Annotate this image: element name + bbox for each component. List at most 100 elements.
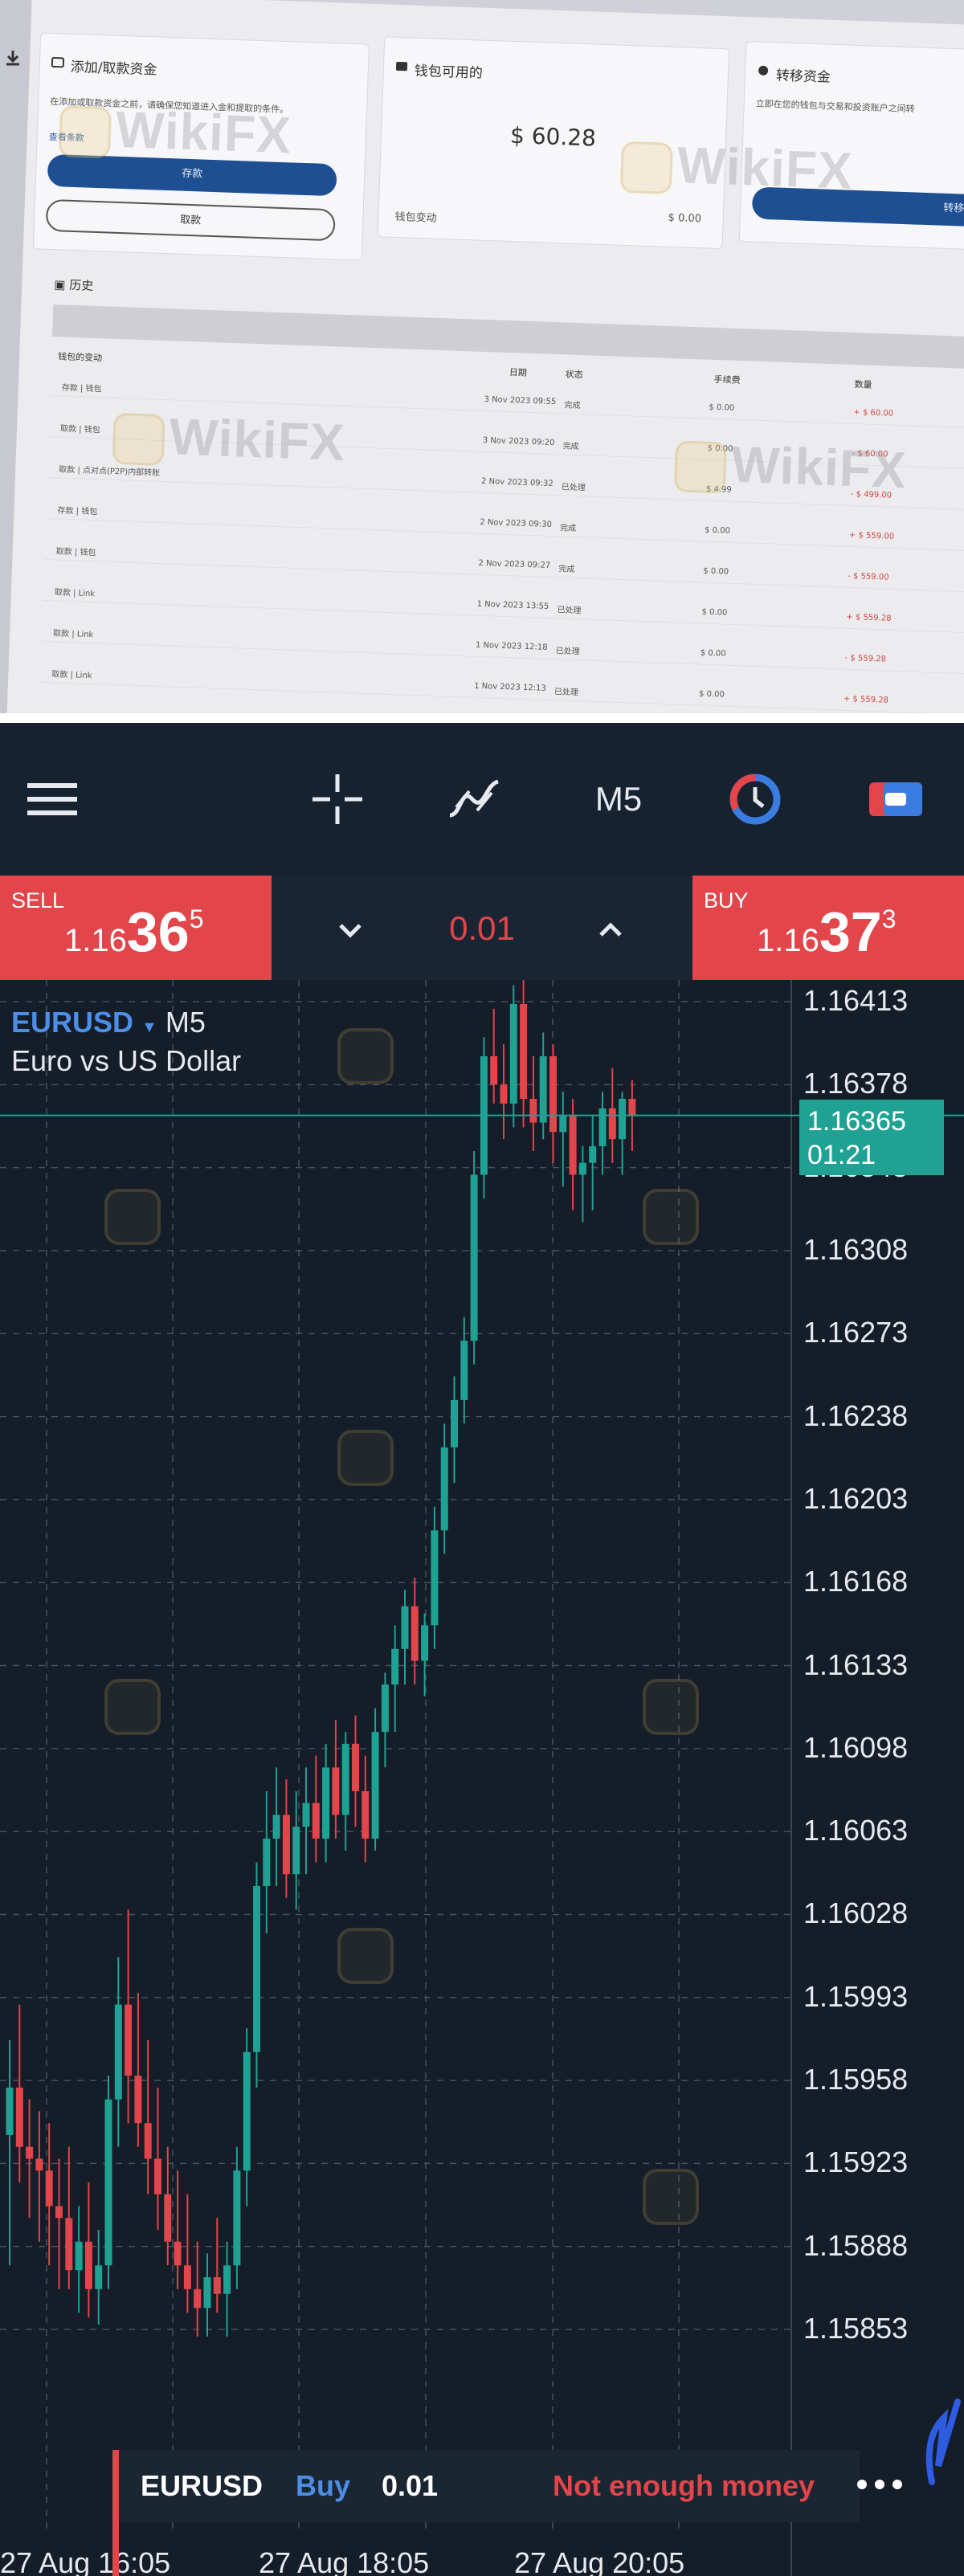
buy-button[interactable]: BUY 1.16373: [692, 876, 964, 980]
watermark-logo: [58, 105, 112, 159]
candle-body: [539, 1055, 547, 1123]
history-cell-date: 3 Nov 2023 09:55: [484, 394, 557, 407]
watermark-text: WikiFX: [114, 100, 293, 165]
withdraw-button[interactable]: 取款: [45, 198, 336, 242]
indicators-icon: [449, 779, 500, 818]
history-cell-type: 取款 | 钱包: [55, 547, 96, 558]
history-cell-fee: $ 0.00: [709, 402, 735, 413]
history-cell-fee: $ 0.00: [700, 648, 726, 659]
price-tick-label: 1.16098: [803, 1730, 909, 1764]
candle-body: [440, 1447, 448, 1531]
wallet-balance-card: 钱包可用的 $ 60.28 钱包变动 $ 0.00: [377, 36, 730, 250]
trade-notification[interactable]: EURUSD Buy 0.01 Not enough money: [112, 2450, 860, 2576]
candle-body: [549, 1055, 557, 1133]
history-cell-status: 已处理: [557, 606, 582, 616]
candle-body: [391, 1648, 399, 1685]
candle-body: [134, 2076, 142, 2124]
download-icon: [6, 51, 19, 66]
timeframe-button[interactable]: M5: [578, 771, 659, 827]
candle-body: [114, 2004, 122, 2100]
transfer-icon: [758, 65, 769, 76]
watermark-logo: [112, 412, 165, 467]
chart-symbol-header[interactable]: EURUSD ▼ M5: [11, 1006, 206, 1039]
candle-body: [203, 2277, 211, 2309]
candle-body: [15, 2087, 23, 2147]
price-tick-label: 1.16413: [803, 984, 909, 1017]
history-cell-date: 2 Nov 2023 09:32: [480, 476, 553, 489]
watermark-logo: [643, 1189, 699, 1245]
transfer-card-title: 转移资金: [775, 67, 831, 86]
candle-body: [35, 2158, 43, 2171]
history-cell-fee: $ 0.00: [704, 525, 731, 536]
watermark-logo: [673, 440, 727, 494]
col-type: 钱包的变动: [57, 351, 103, 364]
wallet-change-label: 钱包变动: [394, 210, 437, 225]
buy-price: 1.16373: [757, 900, 897, 963]
clock-button[interactable]: [723, 771, 787, 827]
history-cell-status: 已处理: [555, 647, 580, 657]
candle-body: [253, 1886, 260, 2052]
candle-body: [381, 1684, 389, 1733]
history-cell-type: 取款 | Link: [52, 629, 94, 640]
candle-body: [362, 1790, 370, 1839]
candle-body: [608, 1108, 616, 1140]
candle-body: [174, 2241, 182, 2266]
wallet-balance: $ 60.28: [509, 121, 597, 152]
candle-body: [322, 1767, 330, 1839]
candle-body: [263, 1838, 271, 1887]
candle-body: [460, 1341, 468, 1400]
history-cell-fee: $ 0.00: [703, 566, 729, 577]
candle-body: [213, 2277, 221, 2294]
candle-body: [26, 2146, 34, 2159]
candle-body: [569, 1115, 577, 1175]
candle-body: [272, 1815, 280, 1839]
candle-body: [233, 2170, 241, 2266]
history-cell-amount: + $ 559.28: [843, 694, 889, 705]
history-row[interactable]: 取款 | Link 1 Nov 2023 12:13 已处理 $ 0.00 + $ 55…: [39, 663, 964, 713]
history-row[interactable]: 取款 | 钱包 2 Nov 2023 09:27 完成 $ 0.00 - $ 559.0…: [44, 540, 964, 594]
candle-body: [75, 2241, 83, 2271]
history-cell-date: 1 Nov 2023 12:13: [473, 681, 546, 693]
candle-body: [341, 1743, 349, 1815]
watermark-logo: [337, 1430, 394, 1486]
top-toolbar: M5: [0, 723, 964, 876]
candle-body: [490, 1055, 498, 1085]
menu-button[interactable]: [24, 771, 80, 827]
price-tick-label: 1.15853: [803, 2312, 909, 2345]
sell-price: 1.16365: [64, 900, 204, 963]
chevron-up-icon[interactable]: [594, 914, 627, 946]
history-cell-type: 存款 | 钱包: [61, 383, 102, 394]
trade-bar: SELL 1.16365 0.01 BUY 1.16373: [0, 876, 964, 980]
price-chart[interactable]: EURUSD ▼ M5 Euro vs US Dollar 1.16413 1.1…: [0, 980, 964, 2576]
watermark-text: WikiFX: [729, 435, 908, 500]
candle-body: [164, 2194, 172, 2242]
history-row[interactable]: 取款 | Link 1 Nov 2023 12:18 已处理 $ 0.00 - $ 55…: [41, 622, 964, 676]
wallet-photo: 添加/取款资金 在添加或取款资金之前，请确保您知道进入金和提取的条件。 查看条款…: [0, 0, 964, 713]
lot-value[interactable]: 0.01: [272, 909, 692, 948]
indicators-button[interactable]: [442, 771, 506, 827]
watermark-logo: [104, 1189, 161, 1245]
notification-symbol: EURUSD: [141, 2469, 263, 2502]
pen-scribble: [925, 2398, 961, 2485]
one-click-trade-button[interactable]: [864, 771, 928, 827]
more-options-icon[interactable]: [856, 2472, 904, 2496]
history-title: ▣ 历史: [53, 277, 94, 293]
notification-volume: 0.01: [382, 2469, 439, 2502]
history-row[interactable]: 存款 | 钱包 2 Nov 2023 09:30 完成 $ 0.00 + $ 559.0…: [46, 500, 964, 553]
watermark-logo: [337, 1928, 394, 1984]
wallet-change-value: $ 0.00: [668, 211, 702, 226]
candle-body: [144, 2123, 152, 2159]
history-cell-status: 已处理: [561, 483, 586, 493]
history-cell-type: 取款 | Link: [54, 588, 96, 599]
history-cell-type: 取款 | Link: [51, 670, 92, 681]
history-cell-date: 3 Nov 2023 09:20: [482, 435, 555, 448]
candle-body: [332, 1767, 340, 1815]
candle-body: [154, 2158, 161, 2194]
sell-button[interactable]: SELL 1.16365: [0, 876, 272, 980]
symbol-description: Euro vs US Dollar: [11, 1044, 242, 1077]
crosshair-button[interactable]: [305, 771, 370, 827]
candle-body: [194, 2288, 202, 2309]
symbol-dropdown-icon[interactable]: ▼: [141, 1019, 157, 1036]
time-tick-label: 27 Aug 20:05: [514, 2546, 685, 2576]
history-row[interactable]: 取款 | Link 1 Nov 2023 13:55 已处理 $ 0.00 + $ 55…: [43, 581, 964, 635]
